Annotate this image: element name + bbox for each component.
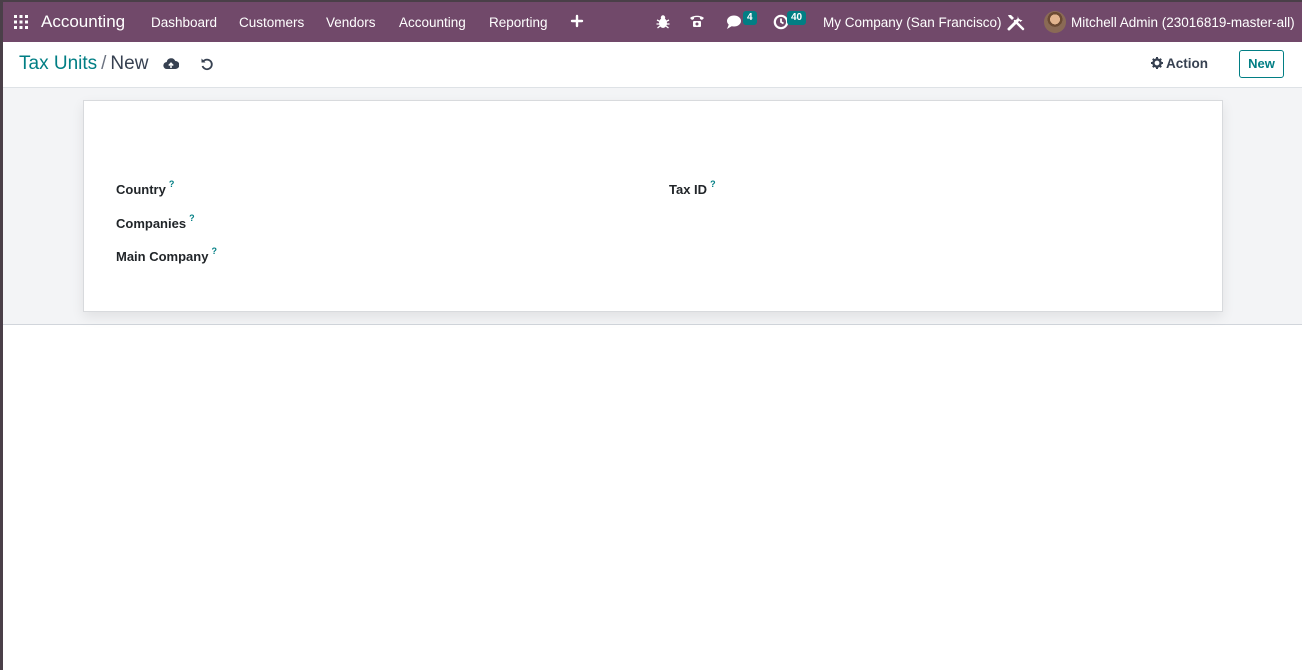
menu-vendors[interactable]: Vendors — [326, 15, 376, 30]
user-menu[interactable]: Mitchell Admin (23016819-master-all) — [1071, 15, 1295, 30]
breadcrumb-separator: / — [101, 53, 107, 74]
tax-id-help-tooltip[interactable]: ? — [710, 179, 716, 189]
top-navbar: Accounting Dashboard Customers Vendors A… — [3, 2, 1302, 42]
add-menu-plus-icon[interactable] — [570, 14, 584, 28]
breadcrumb: Tax Units / New — [19, 53, 148, 75]
action-menu-button[interactable]: Action — [1151, 56, 1208, 71]
form-sheet: Country? Companies? Main Company? Tax ID… — [83, 100, 1223, 312]
menu-dashboard[interactable]: Dashboard — [151, 15, 217, 30]
app-title[interactable]: Accounting — [41, 12, 125, 32]
messages-chat-icon[interactable] — [726, 14, 744, 35]
form-view-background: Country? Companies? Main Company? Tax ID… — [3, 88, 1302, 325]
companies-field[interactable]: Companies? — [116, 213, 195, 231]
tax-id-label: Tax ID — [669, 182, 708, 197]
discard-undo-icon[interactable] — [200, 57, 214, 76]
main-company-label: Main Company — [116, 249, 209, 264]
phone-icon[interactable] — [689, 13, 705, 34]
developer-tools-icon[interactable] — [1006, 12, 1026, 37]
new-record-button[interactable]: New — [1239, 50, 1284, 78]
menu-customers[interactable]: Customers — [239, 15, 304, 30]
save-cloud-upload-icon[interactable] — [163, 57, 180, 76]
main-company-help-tooltip[interactable]: ? — [211, 246, 217, 256]
apps-grid-icon[interactable] — [14, 15, 28, 29]
country-label: Country — [116, 182, 166, 197]
activities-count-badge: 40 — [787, 11, 807, 25]
companies-label: Companies — [116, 216, 187, 231]
country-help-tooltip[interactable]: ? — [169, 179, 175, 189]
main-company-field[interactable]: Main Company? — [116, 246, 217, 264]
breadcrumb-tax-units-link[interactable]: Tax Units — [19, 53, 97, 74]
companies-help-tooltip[interactable]: ? — [189, 213, 195, 223]
user-avatar[interactable] — [1044, 11, 1066, 33]
menu-accounting[interactable]: Accounting — [399, 15, 466, 30]
action-label: Action — [1166, 56, 1208, 71]
breadcrumb-current: New — [110, 53, 149, 74]
gear-icon — [1151, 57, 1163, 69]
messages-count-badge: 4 — [743, 11, 757, 25]
debug-bug-icon[interactable] — [656, 14, 670, 34]
country-field[interactable]: Country? — [116, 179, 175, 197]
menu-reporting[interactable]: Reporting — [489, 15, 548, 30]
control-panel: Tax Units / New Action New — [3, 42, 1302, 88]
tax-id-field[interactable]: Tax ID? — [669, 179, 716, 197]
company-switcher[interactable]: My Company (San Francisco) — [823, 15, 1002, 30]
